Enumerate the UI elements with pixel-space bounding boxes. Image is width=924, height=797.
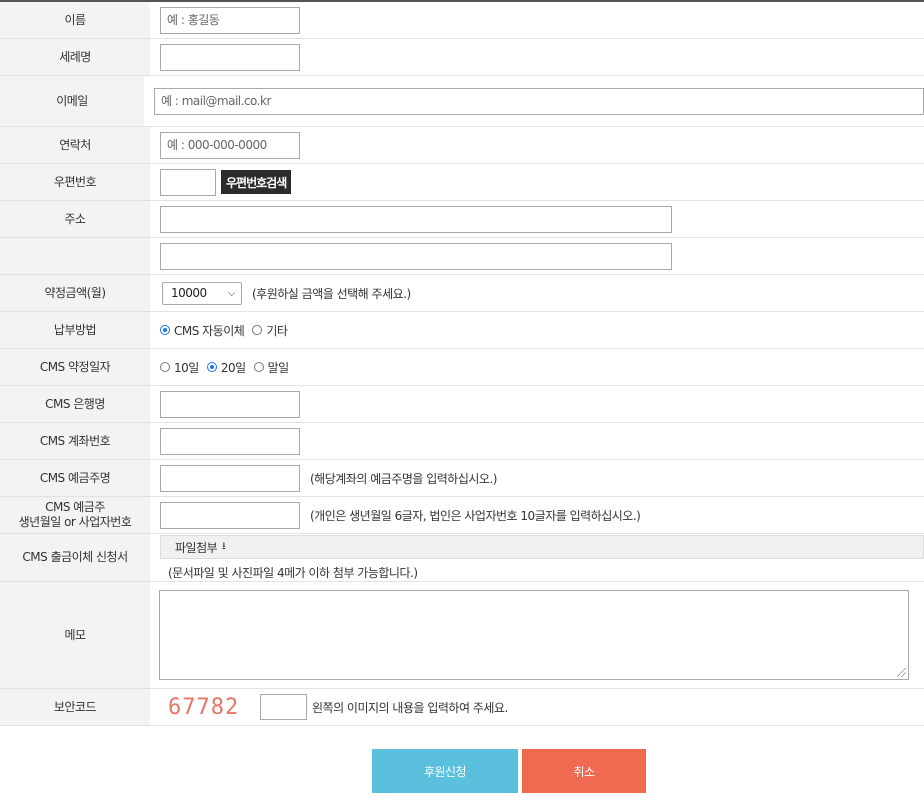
payment-label: 납부방법 — [0, 312, 150, 348]
captcha-image: 67782 — [168, 694, 240, 720]
sponsor-form: 이름 세례명 이메일 연락처 우편번호 우편번호검색 주소 — [0, 0, 924, 726]
payment-option-other[interactable]: 기타 — [252, 322, 288, 339]
row-cms-bank: CMS 은행명 — [0, 386, 924, 423]
phone-input[interactable] — [160, 131, 300, 159]
row-address: 주소 — [0, 201, 924, 238]
baptismal-label: 세례명 — [0, 39, 150, 75]
captcha-input[interactable] — [260, 694, 307, 720]
phone-label: 연락처 — [0, 127, 150, 163]
cms-holder-hint: (해당계좌의 예금주명을 입력하십시오.) — [310, 471, 497, 486]
amount-label: 약정금액(월) — [0, 275, 150, 311]
cancel-button[interactable]: 취소 — [522, 749, 646, 793]
cms-holder-label: CMS 예금주명 — [0, 460, 150, 496]
radio-unchecked-icon[interactable] — [253, 362, 264, 372]
address-detail-input[interactable] — [160, 242, 672, 270]
payment-option-cms[interactable]: CMS 자동이체 — [160, 322, 245, 339]
row-name: 이름 — [0, 2, 924, 39]
baptismal-input[interactable] — [160, 43, 300, 71]
cms-birth-input[interactable] — [160, 501, 300, 529]
row-amount: 약정금액(월) 10000 ⌵ (후원하실 금액을 선택해 주세요.) — [0, 275, 924, 312]
captcha-hint: 왼쪽의 이미지의 내용을 입력하여 주세요. — [312, 700, 508, 715]
memo-textarea[interactable] — [159, 590, 909, 680]
cms-day-option-10[interactable]: 10일 — [160, 359, 199, 376]
cms-birth-label: CMS 예금주 생년월일 or 사업자번호 — [0, 497, 150, 533]
address-label: 주소 — [0, 201, 150, 237]
cms-form-hint: (문서파일 및 사진파일 4메가 이하 첨부 가능합니다.) — [168, 566, 418, 580]
row-zipcode: 우편번호 우편번호검색 — [0, 164, 924, 201]
form-actions: 후원신청 취소 — [372, 749, 646, 793]
cms-form-label: CMS 출금이체 신청서 — [0, 534, 150, 581]
row-payment: 납부방법 CMS 자동이체 기타 — [0, 312, 924, 349]
email-input[interactable] — [154, 87, 924, 115]
row-cms-holder: CMS 예금주명 (해당계좌의 예금주명을 입력하십시오.) — [0, 460, 924, 497]
zipcode-search-button[interactable]: 우편번호검색 — [221, 170, 292, 194]
cms-account-input[interactable] — [160, 427, 300, 455]
row-cms-birth: CMS 예금주 생년월일 or 사업자번호 (개인은 생년월일 6글자, 법인은… — [0, 497, 924, 534]
name-label: 이름 — [0, 2, 150, 38]
cms-day-radio-group: 10일 20일 말일 — [160, 359, 297, 376]
cms-account-label: CMS 계좌번호 — [0, 423, 150, 459]
amount-hint: (후원하실 금액을 선택해 주세요.) — [252, 286, 411, 301]
resize-grip-icon[interactable] — [897, 668, 906, 677]
radio-unchecked-icon[interactable] — [160, 362, 170, 372]
file-attach-area: 파일첨부 ⭳ — [160, 535, 924, 559]
radio-unchecked-icon[interactable] — [252, 325, 263, 335]
amount-select[interactable]: 10000 ⌵ — [162, 281, 242, 305]
amount-select-value: 10000 — [171, 286, 207, 300]
row-address-detail — [0, 238, 924, 275]
chevron-down-icon: ⌵ — [227, 287, 236, 299]
email-label: 이메일 — [0, 76, 144, 126]
cms-day-label: CMS 약정일자 — [0, 349, 150, 385]
radio-checked-icon[interactable] — [160, 325, 170, 335]
radio-checked-icon[interactable] — [206, 362, 217, 372]
cms-holder-input[interactable] — [160, 464, 300, 492]
address-input[interactable] — [160, 205, 672, 233]
cms-day-option-end[interactable]: 말일 — [253, 359, 289, 376]
cms-bank-input[interactable] — [160, 390, 300, 418]
cms-day-option-20[interactable]: 20일 — [206, 359, 246, 376]
row-cms-account: CMS 계좌번호 — [0, 423, 924, 460]
memo-label: 메모 — [0, 582, 150, 688]
captcha-label: 보안코드 — [0, 689, 150, 725]
row-cms-day: CMS 약정일자 10일 20일 말일 — [0, 349, 924, 386]
submit-button[interactable]: 후원신청 — [372, 749, 518, 793]
row-phone: 연락처 — [0, 127, 924, 164]
row-captcha: 보안코드 67782 왼쪽의 이미지의 내용을 입력하여 주세요. — [0, 689, 924, 726]
row-baptismal: 세례명 — [0, 39, 924, 76]
cms-bank-label: CMS 은행명 — [0, 386, 150, 422]
file-attach-button[interactable]: 파일첨부 ⭳ — [175, 539, 226, 556]
row-memo: 메모 — [0, 582, 924, 689]
upload-icon: ⭳ — [222, 540, 226, 552]
payment-radio-group: CMS 자동이체 기타 — [160, 322, 295, 339]
row-cms-form: CMS 출금이체 신청서 파일첨부 ⭳ (문서파일 및 사진파일 4메가 이하 … — [0, 534, 924, 582]
row-email: 이메일 — [0, 76, 924, 127]
name-input[interactable] — [160, 6, 300, 34]
zipcode-input[interactable] — [160, 168, 216, 196]
zipcode-label: 우편번호 — [0, 164, 150, 200]
cms-birth-hint: (개인은 생년월일 6글자, 법인은 사업자번호 10글자를 입력하십시오.) — [310, 508, 641, 523]
